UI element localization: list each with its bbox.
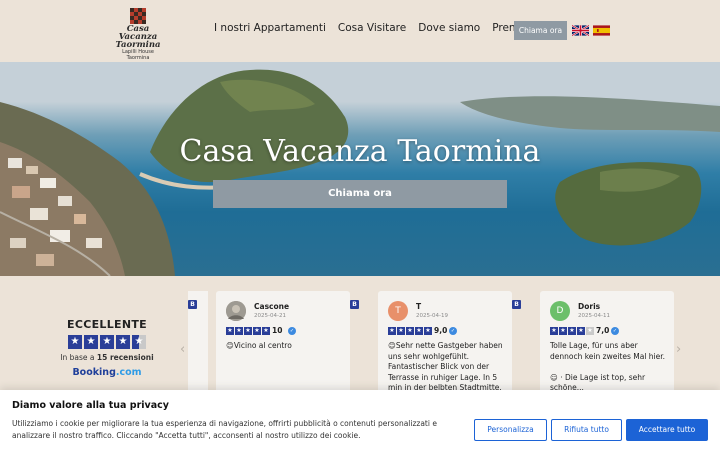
booking-badge-icon: B <box>350 300 359 309</box>
carousel-next-arrow[interactable]: › <box>676 342 681 357</box>
verified-icon: ✓ <box>611 327 619 335</box>
star-icon: ★ <box>406 327 414 335</box>
review-card[interactable]: D Doris 2025-04-11 ★ ★ ★ ★ ★ 7,0 ✓ Tolle Lag… <box>540 291 674 395</box>
star-icon: ★ <box>397 327 405 335</box>
site-logo[interactable]: Casa Vacanza Taormina Lapilli House Taor… <box>108 8 168 61</box>
review-stars: ★ ★ ★ ★ ★ <box>226 327 270 335</box>
hero-banner: Casa Vacanza Taormina Chiama ora <box>0 62 720 276</box>
cookie-text: Utilizziamo i cookie per migliorare la t… <box>12 419 437 440</box>
reviewer-name: Cascone <box>254 302 290 311</box>
reviews-section: ECCELLENTE ★ ★ ★ ★ ★ In base a 15 recens… <box>0 276 720 403</box>
cookie-title: Diamo valore alla tua privacy <box>12 400 169 411</box>
booking-badge-icon: B <box>512 300 521 309</box>
star-icon: ★ <box>244 327 252 335</box>
avatar-photo-icon <box>226 301 246 321</box>
logo-mark-icon <box>130 8 146 24</box>
star-icon: ★ <box>68 335 82 349</box>
booking-logo-tld: .com <box>115 367 142 378</box>
star-icon: ★ <box>100 335 114 349</box>
spain-flag-icon[interactable] <box>593 25 610 36</box>
cookie-reject-button[interactable]: Rifiuta tutto <box>551 419 622 441</box>
review-score: 9,0 <box>434 326 448 335</box>
booking-logo[interactable]: Booking.com <box>52 367 162 378</box>
review-score: 10 <box>272 326 283 335</box>
review-count-prefix: In base a <box>60 353 97 362</box>
nav-item-appartamenti[interactable]: I nostri Appartamenti <box>214 22 326 34</box>
star-icon: ★ <box>116 335 130 349</box>
review-card[interactable]: Cascone 2025-04-21 B ★ ★ ★ ★ ★ 10 ✓ 😊Vicino … <box>216 291 359 395</box>
review-text: Tolle Lage, für uns aber dennoch kein zw… <box>550 341 666 392</box>
review-stars: ★ ★ ★ ★ ★ <box>550 327 594 335</box>
hero-call-button[interactable]: Chiama ora <box>213 180 507 208</box>
hero-coast-image <box>0 62 720 276</box>
rating-summary: ECCELLENTE ★ ★ ★ ★ ★ In base a 15 recens… <box>52 318 162 378</box>
star-icon: ★ <box>559 327 567 335</box>
empty-star-icon: ★ <box>586 327 594 335</box>
logo-title-line2: Taormina <box>115 40 161 50</box>
review-date: 2025-04-19 <box>416 313 448 319</box>
review-date: 2025-04-21 <box>254 313 286 319</box>
reviewer-avatar: T <box>388 301 408 321</box>
hero-title: Casa Vacanza Taormina <box>179 134 541 169</box>
reviewer-avatar: D <box>550 301 570 321</box>
reviewer-avatar <box>226 301 246 321</box>
verified-icon: ✓ <box>288 327 296 335</box>
booking-badge-icon: B <box>188 300 197 309</box>
star-icon: ★ <box>253 327 261 335</box>
star-icon: ★ <box>577 327 585 335</box>
star-icon: ★ <box>415 327 423 335</box>
logo-title-line1: Casa Vacanza <box>118 24 158 42</box>
review-count: In base a 15 recensioni <box>52 353 162 362</box>
review-stars: ★ ★ ★ ★ ★ <box>388 327 432 335</box>
review-card[interactable]: T T 2025-04-19 B ★ ★ ★ ★ ★ 9,0 ✓ 😊Sehr nette… <box>378 291 521 403</box>
cookie-customize-button[interactable]: Personalizza <box>474 419 547 441</box>
carousel-prev-arrow[interactable]: ‹ <box>180 342 185 357</box>
nav-item-dove-siamo[interactable]: Dove siamo <box>418 22 480 34</box>
review-score: 7,0 <box>596 326 610 335</box>
nav-item-cosa-visitare[interactable]: Cosa Visitare <box>338 22 406 34</box>
site-header: Casa Vacanza Taormina Lapilli House Taor… <box>0 0 720 62</box>
summary-stars: ★ ★ ★ ★ ★ <box>52 335 162 349</box>
star-icon: ★ <box>235 327 243 335</box>
verified-icon: ✓ <box>449 327 457 335</box>
header-call-button[interactable]: Chiama ora <box>514 21 567 40</box>
star-icon: ★ <box>388 327 396 335</box>
review-text: 😊Vicino al centro <box>226 341 292 350</box>
main-nav: I nostri Appartamenti Cosa Visitare Dove… <box>214 22 565 34</box>
half-star-icon: ★ <box>132 335 146 349</box>
star-icon: ★ <box>568 327 576 335</box>
cookie-accept-button[interactable]: Accettare tutto <box>626 419 708 441</box>
uk-flag-icon[interactable] <box>572 25 589 36</box>
cookie-banner: Diamo valore alla tua privacy Utilizziam… <box>0 390 720 450</box>
reviewer-name: T <box>416 302 422 311</box>
star-icon: ★ <box>424 327 432 335</box>
star-icon: ★ <box>550 327 558 335</box>
star-icon: ★ <box>84 335 98 349</box>
star-icon: ★ <box>226 327 234 335</box>
star-icon: ★ <box>262 327 270 335</box>
booking-logo-main: Booking <box>72 367 116 378</box>
review-card-partial: B <box>188 291 208 395</box>
logo-sub-line2: Taormina <box>126 55 150 61</box>
review-date: 2025-04-11 <box>578 313 610 319</box>
review-count-value: 15 recensioni <box>96 353 154 362</box>
rating-word: ECCELLENTE <box>67 318 147 331</box>
reviewer-name: Doris <box>578 302 601 311</box>
